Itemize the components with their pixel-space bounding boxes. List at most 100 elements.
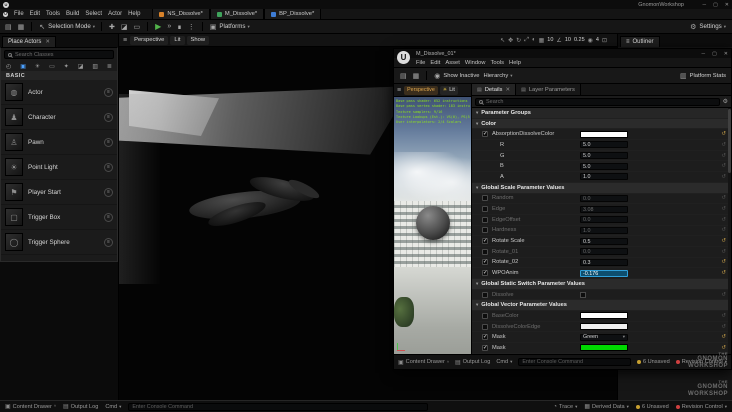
menu-item-tools[interactable]: Tools: [490, 60, 504, 66]
drag-handle-icon[interactable]: ≡: [104, 112, 113, 122]
hamburger-icon[interactable]: ≡: [396, 87, 402, 94]
preview-lit-button[interactable]: ☀ Lit: [439, 85, 458, 95]
reset-to-default-icon[interactable]: ↺: [721, 217, 726, 223]
param-value-g[interactable]: 5.0: [580, 152, 628, 160]
unsaved-indicator[interactable]: 6 Unsaved: [636, 359, 670, 365]
param-row-g[interactable]: G 5.0 ↺: [472, 150, 731, 162]
param-row-edgeoffset[interactable]: EdgeOffset 0.0 ↺: [472, 214, 731, 226]
close-icon[interactable]: ✕: [45, 39, 50, 45]
drag-handle-icon[interactable]: ≡: [104, 137, 113, 147]
material-preview-viewport[interactable]: ≡ Perspective ☀ Lit Base pass shader: 652…: [394, 84, 472, 354]
basic-icon[interactable]: ▣: [20, 63, 26, 70]
param-row-basecolor[interactable]: BaseColor ↺: [472, 311, 731, 322]
perspective-button[interactable]: Perspective: [130, 35, 169, 45]
recently-placed-icon[interactable]: ◴: [6, 63, 11, 70]
selection-mode-button[interactable]: ↖ Selection Mode ▾: [38, 23, 95, 31]
place-actor-item-player-start[interactable]: ⚑ Player Start ≡: [1, 180, 117, 205]
param-row-dissolvecoloredge[interactable]: DissolveColorEdge ↺: [472, 321, 731, 333]
param-row-wpoanim[interactable]: ✓ WPOAnim -0.176 ↺: [472, 268, 731, 279]
override-checkbox[interactable]: ✓: [482, 344, 488, 351]
group-global-vector-parameter-values[interactable]: ▾ Global Vector Parameter Values: [472, 300, 731, 312]
grid-snap-value[interactable]: 10: [547, 37, 553, 43]
param-value-edgeoffset[interactable]: 0.0: [580, 216, 628, 224]
param-row-mask[interactable]: ✓ Mask Green ▾ ↺: [472, 332, 731, 344]
override-checkbox[interactable]: [482, 291, 488, 298]
reset-to-default-icon[interactable]: ↺: [721, 238, 726, 244]
show-inactive-button[interactable]: ◉ Show Inactive: [433, 72, 479, 80]
override-checkbox[interactable]: [482, 195, 488, 202]
stop-icon[interactable]: ∎: [176, 23, 182, 31]
override-checkbox[interactable]: ✓: [482, 238, 488, 245]
place-actor-item-trigger-sphere[interactable]: ◯ Trigger Sphere ≡: [1, 230, 117, 255]
param-row-b[interactable]: B 5.0 ↺: [472, 161, 731, 173]
place-actor-item-character[interactable]: ♟ Character ≡: [1, 105, 117, 130]
lit-button[interactable]: Lit: [170, 35, 185, 45]
drag-handle-icon[interactable]: ≡: [104, 187, 113, 197]
param-row-rotate-01[interactable]: Rotate_01 0.0 ↺: [472, 246, 731, 258]
override-checkbox[interactable]: [482, 312, 488, 319]
platforms-button[interactable]: ▣ Platforms ▾: [209, 23, 250, 31]
reset-to-default-icon[interactable]: ↺: [721, 313, 726, 319]
param-row-hardness[interactable]: Hardness 1.0 ↺: [472, 225, 731, 237]
material-window-titlebar[interactable]: M_Dissolve_01* ─ ▢ ✕: [394, 49, 731, 58]
menu-item-asset[interactable]: Asset: [445, 60, 460, 66]
unsaved-indicator[interactable]: 6 Unsaved: [635, 404, 669, 410]
cmd-dropdown[interactable]: Cmd ▾: [496, 359, 512, 365]
revision-control-button[interactable]: Revision Control ▾: [675, 404, 727, 410]
details-scrollbar[interactable]: [728, 108, 731, 354]
reset-to-default-icon[interactable]: ↺: [721, 292, 726, 298]
override-checkbox[interactable]: [482, 248, 488, 255]
drag-handle-icon[interactable]: ≡: [104, 162, 113, 172]
grid-snap-icon[interactable]: ▦: [539, 37, 545, 44]
menu-item-edit[interactable]: Edit: [30, 11, 40, 17]
reset-to-default-icon[interactable]: ↺: [721, 174, 726, 180]
param-value-mask[interactable]: [580, 344, 628, 352]
content-drawer-button[interactable]: ▣ Content Drawer ^: [5, 403, 56, 411]
tab-details[interactable]: ▤ Details ✕: [472, 84, 517, 95]
override-checkbox[interactable]: [482, 206, 488, 213]
param-value-rotate-scale[interactable]: 0.5: [580, 237, 628, 245]
menu-item-help[interactable]: Help: [509, 60, 521, 66]
param-value-dissolve[interactable]: [580, 291, 586, 298]
cinematics-icon[interactable]: ▭: [133, 23, 142, 31]
hierarchy-button[interactable]: Hierarchy ▾: [483, 73, 512, 79]
override-checkbox[interactable]: ✓: [482, 131, 488, 138]
asset-tab-ns-dissolve-[interactable]: NS_Dissolve*: [152, 9, 210, 19]
minimize-button[interactable]: ─: [703, 2, 707, 8]
maximize-button[interactable]: ▢: [712, 51, 717, 57]
param-value-wpoanim[interactable]: -0.176: [580, 269, 628, 277]
minimize-button[interactable]: ─: [702, 51, 706, 57]
save-icon[interactable]: ▤: [399, 72, 408, 80]
hamburger-icon[interactable]: ≡: [122, 37, 128, 44]
param-row-r[interactable]: R 5.0 ↺: [472, 140, 731, 151]
param-value-r[interactable]: 5.0: [580, 141, 628, 149]
move-tool-icon[interactable]: ✥: [508, 37, 513, 44]
asset-tab-m-dissolve-[interactable]: M_Dissolve*: [209, 9, 265, 19]
rotation-snap-value[interactable]: 10: [565, 37, 571, 43]
reset-to-default-icon[interactable]: ↺: [721, 270, 726, 276]
camera-speed-value[interactable]: 4: [596, 37, 599, 43]
show-button[interactable]: Show: [186, 35, 210, 45]
reset-to-default-icon[interactable]: ↺: [721, 131, 726, 137]
camera-speed-icon[interactable]: ◉: [588, 37, 593, 44]
geometry-icon[interactable]: ◪: [78, 63, 84, 70]
select-tool-icon[interactable]: ↖: [500, 37, 505, 44]
reset-to-default-icon[interactable]: ↺: [721, 163, 726, 169]
volumes-icon[interactable]: ▥: [92, 63, 98, 70]
param-value-rotate-01[interactable]: 0.0: [580, 248, 628, 256]
param-value-edge[interactable]: 3.08: [580, 205, 628, 213]
all-classes-icon[interactable]: ≣: [107, 63, 112, 70]
param-row-random[interactable]: Random 0.0 ↺: [472, 193, 731, 205]
world-space-icon[interactable]: ◐: [532, 37, 536, 43]
rotate-tool-icon[interactable]: ↻: [516, 37, 521, 44]
gear-icon[interactable]: ⚙: [723, 98, 728, 105]
details-search-input[interactable]: Search: [475, 97, 720, 106]
override-checkbox[interactable]: ✓: [482, 270, 488, 277]
more-options-icon[interactable]: ⋮: [187, 23, 196, 31]
reset-to-default-icon[interactable]: ↺: [721, 227, 726, 233]
play-button[interactable]: ▶: [154, 22, 162, 31]
lights-icon[interactable]: ☀: [35, 63, 40, 70]
cmd-dropdown[interactable]: Cmd ▾: [105, 404, 121, 410]
menu-item-window[interactable]: Window: [465, 60, 486, 66]
save-icon[interactable]: ▤: [4, 23, 13, 31]
